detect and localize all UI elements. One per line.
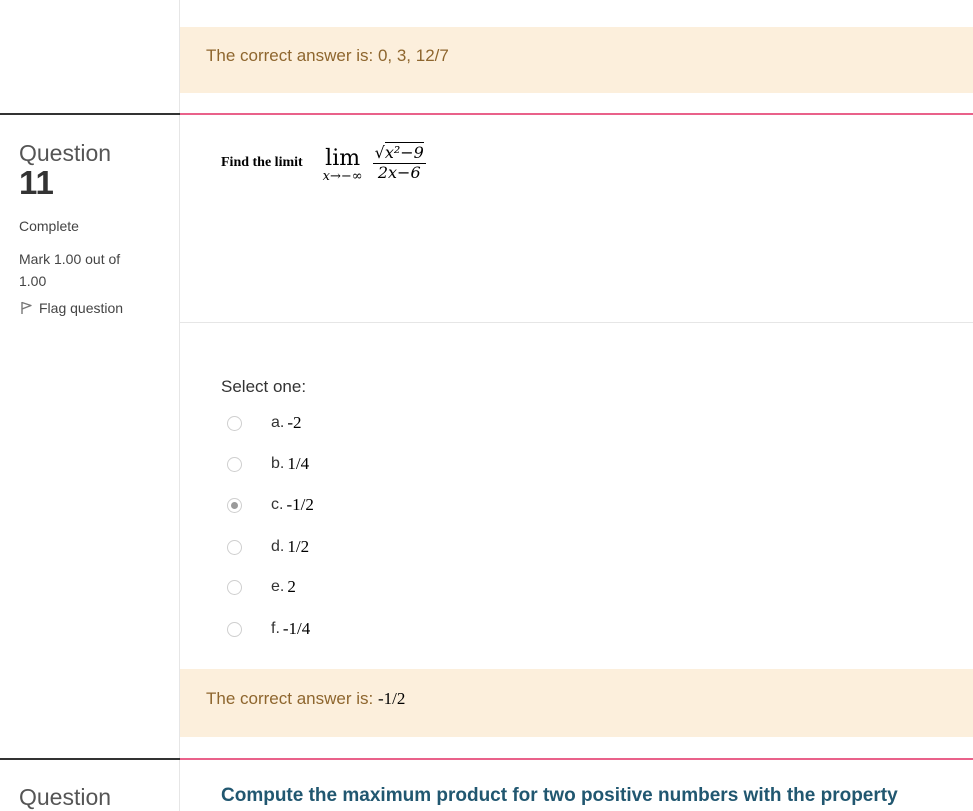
next-question-label: Question bbox=[19, 784, 112, 810]
previous-feedback: The correct answer is: 0, 3, 12/7 bbox=[180, 27, 973, 93]
answer-option-f[interactable]: f. -1/4 bbox=[227, 619, 310, 639]
lim-text: lim bbox=[325, 146, 361, 171]
option-value: 1/4 bbox=[287, 454, 310, 473]
question-status: Complete bbox=[19, 218, 79, 234]
radio-button[interactable] bbox=[227, 415, 242, 431]
fraction-denominator: 2x−6 bbox=[377, 163, 421, 182]
feedback-answer: -1/2 bbox=[377, 689, 406, 708]
question-content-separator bbox=[180, 322, 973, 323]
option-letter: f. bbox=[271, 620, 280, 637]
option-value: -1/4 bbox=[282, 619, 311, 638]
option-letter: e. bbox=[271, 578, 285, 595]
flag-icon bbox=[21, 301, 32, 314]
option-letter: b. bbox=[271, 455, 285, 472]
radio-button-selected[interactable] bbox=[227, 497, 242, 513]
select-one-label: Select one: bbox=[221, 377, 307, 396]
radio-button[interactable] bbox=[227, 579, 242, 595]
question-feedback: The correct answer is: -1/2 bbox=[180, 669, 973, 737]
sqrt-icon: √ bbox=[374, 143, 385, 162]
feedback-prefix: The correct answer is: bbox=[206, 689, 378, 708]
question-divider-right bbox=[180, 113, 973, 115]
next-question-text: Compute the maximum product for two posi… bbox=[221, 785, 898, 806]
option-value: -1/2 bbox=[286, 495, 314, 514]
radio-button[interactable] bbox=[227, 456, 242, 472]
answer-option-c[interactable]: c. -1/2 bbox=[227, 495, 314, 515]
question-info: Question 11 Complete Mark 1.00 out of 1.… bbox=[19, 140, 169, 316]
lim-subscript: x→−∞ bbox=[322, 169, 363, 184]
numerator-radicand: x²−9 bbox=[384, 142, 424, 162]
option-letter: a. bbox=[271, 414, 285, 431]
limit-operator: lim x→−∞ bbox=[323, 142, 363, 184]
question-divider-left bbox=[0, 113, 180, 115]
question-mark: Mark 1.00 out of 1.00 bbox=[19, 251, 121, 289]
option-value: -2 bbox=[287, 413, 302, 432]
option-value: 1/2 bbox=[287, 537, 310, 556]
question-number: 11 bbox=[19, 164, 54, 201]
option-value: 2 bbox=[287, 577, 296, 596]
radio-button[interactable] bbox=[227, 621, 242, 637]
flag-question-label: Flag question bbox=[39, 300, 124, 316]
answer-option-b[interactable]: b. 1/4 bbox=[227, 454, 309, 474]
limit-fraction: √x²−9 2x−6 bbox=[372, 142, 426, 182]
option-letter: d. bbox=[271, 538, 285, 555]
answer-option-e[interactable]: e. 2 bbox=[227, 577, 296, 597]
next-question-divider-right bbox=[180, 758, 973, 760]
fraction-numerator: √x²−9 bbox=[372, 142, 426, 164]
option-letter: c. bbox=[271, 496, 284, 513]
next-question-divider-left bbox=[0, 758, 180, 760]
answer-option-a[interactable]: a. -2 bbox=[227, 413, 302, 433]
answer-option-d[interactable]: d. 1/2 bbox=[227, 537, 309, 557]
question-prompt: Find the limit bbox=[221, 155, 303, 170]
limit-expression: lim x→−∞ √x²−9 2x−6 bbox=[323, 142, 426, 184]
flag-question-link[interactable]: Flag question bbox=[19, 300, 169, 316]
question-text: Find the limit lim x→−∞ √x²−9 2x−6 bbox=[221, 142, 426, 184]
radio-button[interactable] bbox=[227, 539, 242, 555]
previous-feedback-text: The correct answer is: 0, 3, 12/7 bbox=[206, 46, 449, 65]
next-question-info: Question bbox=[19, 784, 169, 810]
question-label: Question bbox=[19, 140, 112, 166]
